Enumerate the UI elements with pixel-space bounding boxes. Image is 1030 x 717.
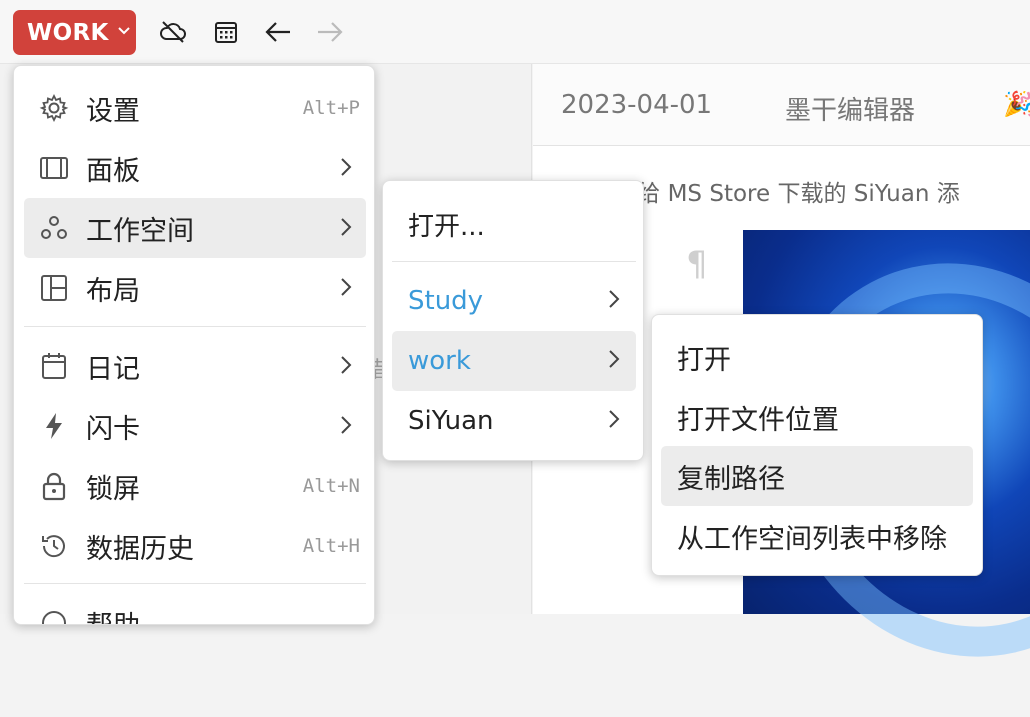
history-icon xyxy=(36,528,72,564)
menu-item-settings[interactable]: 设置 Alt+P xyxy=(24,78,366,138)
menu-item-label: 工作空间 xyxy=(86,215,194,247)
menu-item-label: 闪卡 xyxy=(86,413,140,445)
tab-document[interactable]: 墨干编辑器 xyxy=(785,90,915,127)
chevron-down-icon xyxy=(117,25,131,40)
menu-item-layout[interactable]: 布局 xyxy=(24,258,366,318)
menu-item-label: 日记 xyxy=(86,353,140,385)
menu-divider xyxy=(392,261,636,262)
panel-icon xyxy=(36,150,72,186)
help-icon xyxy=(36,605,72,624)
menu-item-remove-workspace[interactable]: 从工作空间列表中移除 xyxy=(661,506,973,566)
menu-item-label: SiYuan xyxy=(408,406,494,436)
menu-item-label: 设置 xyxy=(86,95,140,127)
menu-item-workspace[interactable]: 工作空间 xyxy=(24,198,366,258)
menu-item-label: 帮助 xyxy=(86,604,366,625)
shortcut-hint: Alt+H xyxy=(302,535,360,557)
menu-item-label: 布局 xyxy=(86,275,140,307)
top-toolbar: WORK xyxy=(0,0,1030,64)
paragraph-icon[interactable]: ¶ xyxy=(686,244,708,284)
tab-daily-note[interactable]: 2023-04-01 xyxy=(561,90,712,120)
back-arrow-icon[interactable] xyxy=(263,17,293,47)
menu-item-label: 打开... xyxy=(408,211,485,242)
menu-item-copy-path[interactable]: 复制路径 xyxy=(661,446,973,506)
menu-divider xyxy=(24,583,366,584)
menu-item-daily-note[interactable]: 日记 xyxy=(24,336,366,396)
chevron-right-icon xyxy=(340,273,352,304)
menu-item-open-file-location[interactable]: 打开文件位置 xyxy=(661,387,973,447)
menu-item-help[interactable]: 帮助 xyxy=(24,593,366,625)
main-menu: 设置 Alt+P 面板 工作空间 布局 日记 闪卡 锁屏 Alt+N 数据历史 … xyxy=(13,65,375,625)
menu-item-lock-screen[interactable]: 锁屏 Alt+N xyxy=(24,456,366,516)
menu-divider xyxy=(24,326,366,327)
menu-item-label: 锁屏 xyxy=(86,473,140,505)
calendar-icon xyxy=(36,348,72,384)
chevron-right-icon xyxy=(608,286,620,316)
tab-bar: 2023-04-01 墨干编辑器 🎉 xyxy=(533,64,1030,146)
calendar-icon[interactable] xyxy=(211,17,241,47)
workspace-item-siyuan[interactable]: SiYuan xyxy=(392,391,636,451)
flash-icon xyxy=(36,408,72,444)
gear-icon xyxy=(36,90,72,126)
shortcut-hint: Alt+N xyxy=(302,475,360,497)
chevron-right-icon xyxy=(340,351,352,382)
workspace-item-study[interactable]: Study xyxy=(392,271,636,331)
menu-item-label: Study xyxy=(408,286,484,316)
layout-icon xyxy=(36,270,72,306)
chevron-right-icon xyxy=(608,346,620,376)
cloud-sync-off-icon[interactable] xyxy=(158,17,188,47)
menu-item-label: 面板 xyxy=(86,155,140,187)
forward-arrow-icon[interactable] xyxy=(315,17,345,47)
chevron-right-icon xyxy=(340,411,352,442)
breadcrumb-text: 如何给 MS Store 下载的 SiYuan 添 xyxy=(591,181,960,207)
workspace-submenu: 打开... Study work SiYuan xyxy=(382,180,644,461)
menu-item-label: 打开文件位置 xyxy=(677,404,839,436)
menu-item-flashcard[interactable]: 闪卡 xyxy=(24,396,366,456)
menu-item-open[interactable]: 打开 xyxy=(661,327,973,387)
menu-item-label: 数据历史 xyxy=(86,533,194,565)
menu-item-label: 复制路径 xyxy=(677,463,785,495)
menu-item-data-history[interactable]: 数据历史 Alt+H xyxy=(24,516,366,576)
workspace-actions-submenu: 打开 打开文件位置 复制路径 从工作空间列表中移除 xyxy=(651,314,983,576)
chevron-right-icon xyxy=(340,213,352,244)
menu-item-label: 从工作空间列表中移除 xyxy=(677,523,947,555)
workspace-label: WORK xyxy=(27,19,109,46)
shortcut-hint: Alt+P xyxy=(302,97,360,119)
chevron-right-icon xyxy=(340,153,352,184)
lock-icon xyxy=(36,468,72,504)
workspace-icon xyxy=(36,210,72,246)
menu-item-panel[interactable]: 面板 xyxy=(24,138,366,198)
tab-emoji-icon[interactable]: 🎉 xyxy=(1003,90,1030,118)
menu-item-label: work xyxy=(408,346,471,376)
menu-item-label: 打开 xyxy=(677,344,731,376)
workspace-button[interactable]: WORK xyxy=(13,10,136,55)
menu-item-open-workspace[interactable]: 打开... xyxy=(392,194,636,254)
workspace-item-work[interactable]: work xyxy=(392,331,636,391)
chevron-right-icon xyxy=(608,406,620,436)
